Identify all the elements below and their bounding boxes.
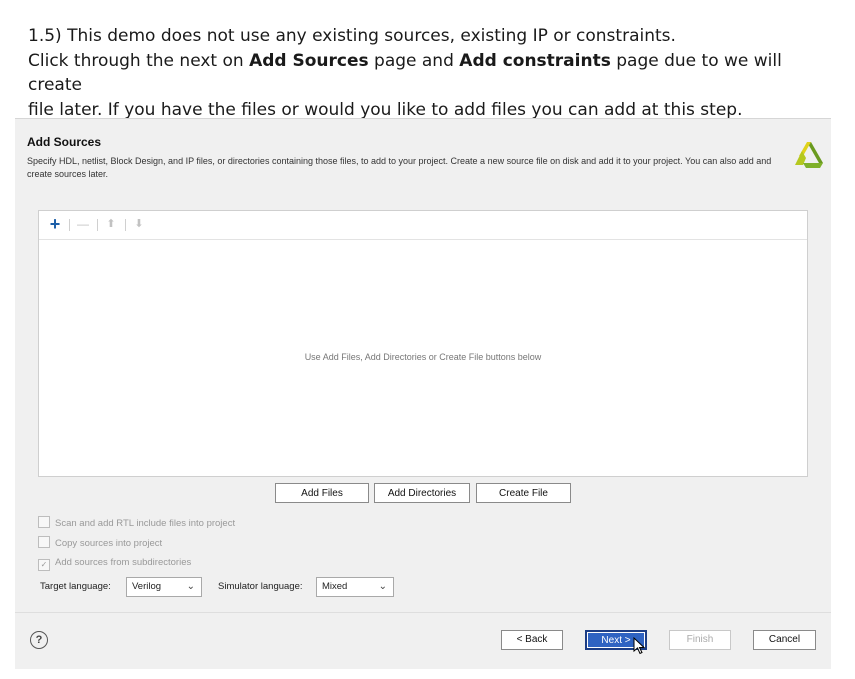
cancel-button[interactable]: Cancel bbox=[753, 630, 816, 650]
help-icon[interactable]: ? bbox=[30, 631, 48, 649]
sources-list-panel[interactable]: + — ⬆ ⬇ Use Add Files, Add Directories o… bbox=[38, 210, 808, 477]
toolbar-divider bbox=[97, 219, 98, 231]
toolbar-divider bbox=[69, 219, 70, 231]
dialog-footer: ? < Back Next > Finish Cancel bbox=[15, 612, 831, 670]
simulator-language-select[interactable]: Mixed ⌄ bbox=[316, 577, 394, 597]
finish-button[interactable]: Finish bbox=[669, 630, 731, 650]
add-subdirectories-label: Add sources from subdirectories bbox=[55, 557, 192, 568]
checkbox[interactable] bbox=[38, 516, 50, 528]
target-language-value: Verilog bbox=[132, 581, 162, 592]
target-language-label: Target language: bbox=[40, 581, 111, 592]
back-button[interactable]: < Back bbox=[501, 630, 563, 650]
chevron-down-icon: ⌄ bbox=[186, 581, 195, 592]
empty-list-message: Use Add Files, Add Directories or Create… bbox=[304, 352, 542, 362]
move-up-icon[interactable]: ⬆ bbox=[103, 215, 119, 233]
mouse-pointer-icon bbox=[633, 637, 646, 655]
simulator-language-label: Simulator language: bbox=[218, 581, 303, 592]
add-constraints-emphasis: Add constraints bbox=[459, 50, 611, 71]
sources-toolbar: + — ⬆ ⬇ bbox=[39, 211, 807, 240]
checkmark-icon[interactable]: ✓ bbox=[38, 559, 50, 571]
chevron-down-icon: ⌄ bbox=[378, 581, 387, 592]
add-sources-dialog: Add Sources Specify HDL, netlist, Block … bbox=[15, 118, 831, 669]
create-file-button[interactable]: Create File bbox=[476, 483, 571, 503]
add-sources-emphasis: Add Sources bbox=[249, 50, 369, 71]
simulator-language-value: Mixed bbox=[322, 581, 348, 592]
add-files-button[interactable]: Add Files bbox=[275, 483, 369, 503]
remove-icon[interactable]: — bbox=[75, 215, 91, 233]
instruction-line-1: 1.5) This demo does not use any existing… bbox=[28, 26, 676, 46]
toolbar-divider bbox=[125, 219, 126, 231]
page-title: Add Sources bbox=[27, 135, 102, 149]
instruction-text-span: Click through the next on bbox=[28, 50, 250, 71]
instruction-text-span: page and bbox=[368, 50, 460, 71]
add-icon[interactable]: + bbox=[47, 215, 63, 233]
xilinx-logo-icon bbox=[795, 142, 823, 168]
add-subdirectories-option[interactable]: ✓ Add sources from subdirectories bbox=[38, 556, 192, 571]
target-language-select[interactable]: Verilog ⌄ bbox=[126, 577, 202, 597]
move-down-icon[interactable]: ⬇ bbox=[131, 215, 147, 233]
scan-rtl-option[interactable]: Scan and add RTL include files into proj… bbox=[38, 516, 235, 530]
checkbox[interactable] bbox=[38, 536, 50, 548]
copy-sources-label: Copy sources into project bbox=[55, 538, 163, 549]
scan-rtl-label: Scan and add RTL include files into proj… bbox=[55, 518, 236, 529]
page-description: Specify HDL, netlist, Block Design, and … bbox=[27, 156, 772, 179]
instruction-line-2: Click through the next on Add Sources pa… bbox=[28, 49, 838, 98]
copy-sources-option[interactable]: Copy sources into project bbox=[38, 536, 162, 550]
add-directories-button[interactable]: Add Directories bbox=[374, 483, 470, 503]
dialog-header: Add Sources Specify HDL, netlist, Block … bbox=[15, 119, 831, 199]
instruction-text: 1.5) This demo does not use any existing… bbox=[28, 24, 838, 122]
